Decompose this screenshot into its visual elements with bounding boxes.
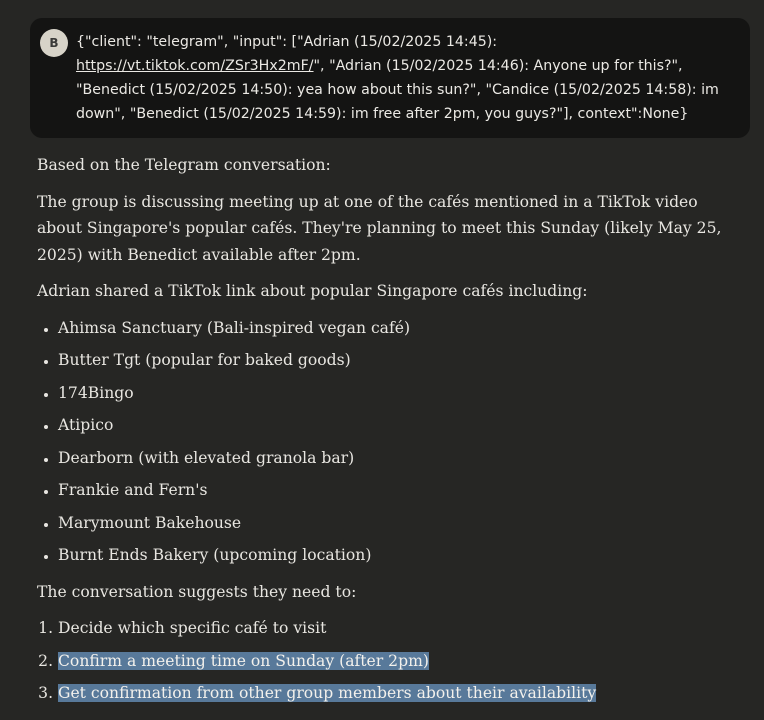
response-link-intro: Adrian shared a TikTok link about popula… <box>37 282 588 300</box>
steps-list: Decide which specific café to visit Conf… <box>37 615 727 707</box>
cafe-list-item: Ahimsa Sanctuary (Bali-inspired vegan ca… <box>58 315 727 342</box>
step-item: Confirm a meeting time on Sunday (after … <box>58 648 727 675</box>
assistant-response: Based on the Telegram conversation: The … <box>37 152 727 717</box>
cafe-list-item: Dearborn (with elevated granola bar) <box>58 445 727 472</box>
cafe-list-item: Marymount Bakehouse <box>58 510 727 537</box>
step-item: Decide which specific café to visit <box>58 615 727 642</box>
user-message-text-start: {"client": "telegram", "input": ["Adrian… <box>76 34 498 50</box>
tiktok-link[interactable]: https://vt.tiktok.com/ZSr3Hx2mF/ <box>76 58 314 74</box>
user-message-bubble: B {"client": "telegram", "input": ["Adri… <box>30 18 750 138</box>
step-text-selected: Get confirmation from other group member… <box>58 684 597 702</box>
user-avatar[interactable]: B <box>40 29 68 57</box>
user-message-text: {"client": "telegram", "input": ["Adrian… <box>76 30 736 126</box>
cafe-list-item: Frankie and Fern's <box>58 477 727 504</box>
cafe-list-item: 174Bingo <box>58 380 727 407</box>
step-text: Decide which specific café to visit <box>58 619 327 637</box>
cafe-list: Ahimsa Sanctuary (Bali-inspired vegan ca… <box>37 315 727 569</box>
step-item: Get confirmation from other group member… <box>58 680 727 707</box>
response-intro: Based on the Telegram conversation: <box>37 156 331 174</box>
step-text-selected: Confirm a meeting time on Sunday (after … <box>58 651 429 670</box>
response-needs-intro: The conversation suggests they need to: <box>37 582 357 601</box>
cafe-list-item: Burnt Ends Bakery (upcoming location) <box>58 542 727 569</box>
response-summary: The group is discussing meeting up at on… <box>37 192 722 264</box>
cafe-list-item: Atipico <box>58 412 727 439</box>
cafe-list-item: Butter Tgt (popular for baked goods) <box>58 347 727 374</box>
